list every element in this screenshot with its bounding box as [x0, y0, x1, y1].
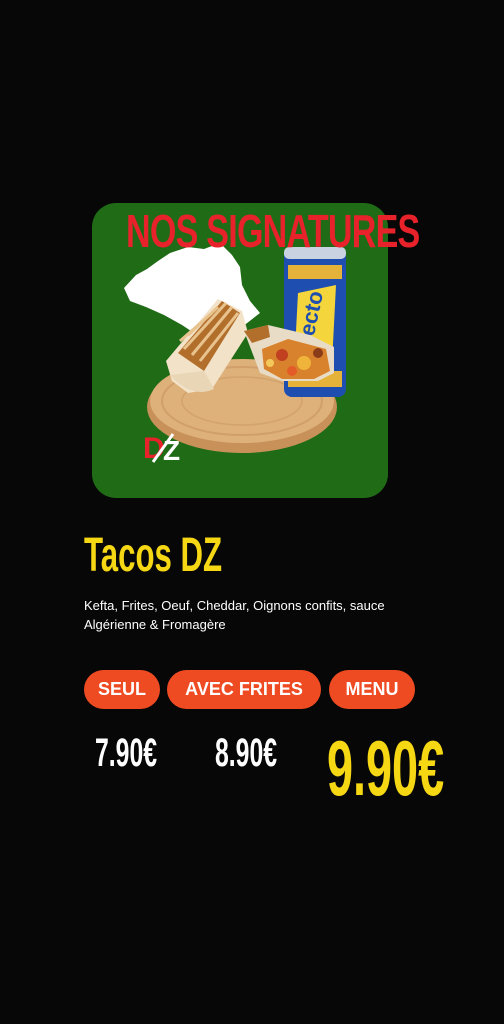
option-menu-button[interactable]: MENU: [329, 670, 415, 709]
section-title: NOS SIGNATURES: [126, 205, 420, 257]
product-description: Kefta, Frites, Oeuf, Cheddar, Oignons co…: [84, 598, 385, 632]
svg-text:Z: Z: [163, 435, 180, 464]
price-menu: 9.90€: [327, 724, 445, 812]
option-seul-button[interactable]: SEUL: [84, 670, 160, 709]
price-avec-frites: 8.90€: [215, 731, 278, 775]
dz-logo-icon: D Z: [143, 432, 180, 464]
option-avec-frites-button[interactable]: AVEC FRITES: [167, 670, 321, 709]
product-title: Tacos DZ: [84, 529, 223, 582]
price-seul: 7.90€: [95, 731, 158, 775]
